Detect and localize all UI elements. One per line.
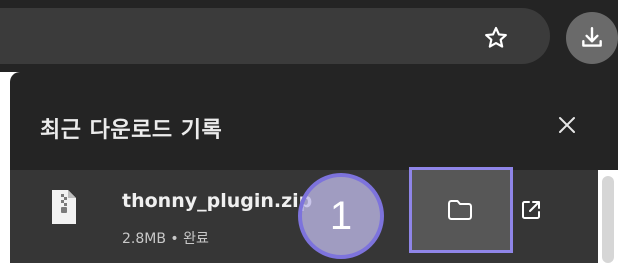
bookmark-star-button[interactable] <box>472 18 520 58</box>
browser-toolbar <box>0 0 618 72</box>
address-bar[interactable] <box>0 8 550 64</box>
close-button[interactable] <box>550 108 584 142</box>
zip-file-icon <box>52 190 76 224</box>
star-outline-icon <box>485 26 507 48</box>
step-number-marker: 1 <box>298 173 384 259</box>
screenshot-stage: 최근 다운로드 기록 thonny_plugin.zip 2.8MB • 완료 … <box>0 0 618 263</box>
downloads-panel-header: 최근 다운로드 기록 <box>10 72 618 172</box>
show-in-folder-button[interactable] <box>410 170 510 250</box>
download-status: 완료 <box>183 231 209 247</box>
downloads-panel-title: 최근 다운로드 기록 <box>40 118 223 143</box>
scrollbar-thumb[interactable] <box>602 176 614 263</box>
download-file-name[interactable]: thonny_plugin.zip <box>122 190 312 212</box>
download-icon <box>582 27 602 47</box>
open-file-button[interactable] <box>510 190 552 230</box>
download-file-size: 2.8MB <box>122 231 166 247</box>
meta-separator: • <box>170 231 179 247</box>
open-external-icon <box>522 201 540 219</box>
downloads-button[interactable] <box>566 12 618 64</box>
close-icon <box>559 117 575 133</box>
download-status-line: 2.8MB • 완료 <box>122 228 209 248</box>
folder-icon <box>448 200 472 220</box>
scrollbar[interactable] <box>598 170 618 263</box>
